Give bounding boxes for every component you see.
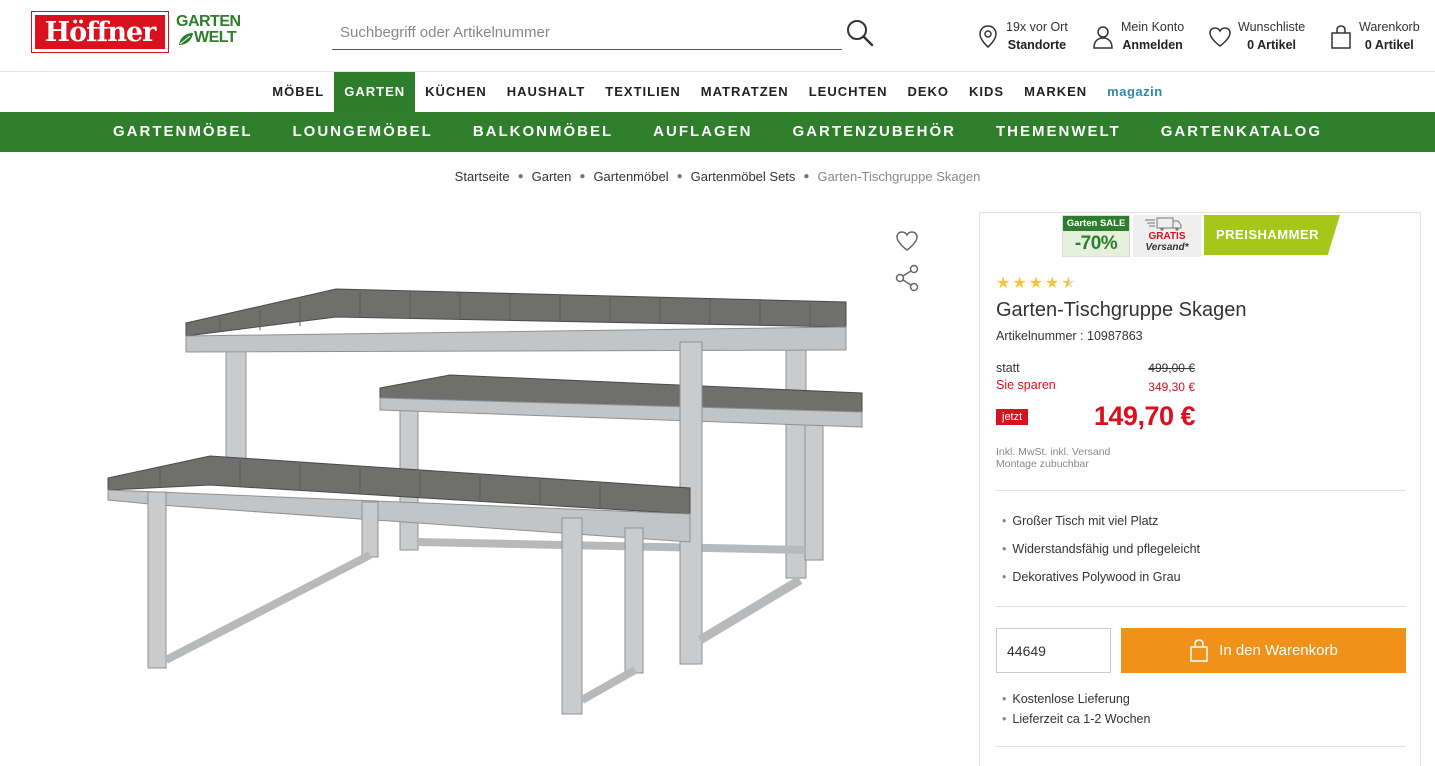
search-bar [332, 16, 842, 50]
nav-item-moebel[interactable]: MÖBEL [262, 72, 334, 112]
nav-item-matratzen[interactable]: MATRATZEN [691, 72, 799, 112]
now-badge: jetzt [996, 409, 1029, 425]
breadcrumb-separator: ● [517, 170, 524, 182]
divider [996, 490, 1406, 491]
nav-item-haushalt[interactable]: HAUSHALT [497, 72, 596, 112]
breadcrumb-gartenmoebel[interactable]: Gartenmöbel [593, 169, 668, 184]
gartenwelt-logo-line1: GARTEN [176, 13, 241, 30]
breadcrumb-garten[interactable]: Garten [532, 169, 572, 184]
divider [996, 746, 1406, 747]
nav-item-deko[interactable]: DEKO [897, 72, 959, 112]
nav-item-kids[interactable]: KIDS [959, 72, 1014, 112]
breadcrumb-separator: ● [803, 170, 810, 182]
nav-item-leuchten[interactable]: LEUCHTEN [799, 72, 898, 112]
gratis-label: GRATIS [1148, 231, 1186, 242]
garden-nav-themenwelt[interactable]: THEMENWELT [976, 112, 1141, 152]
garden-navigation: GARTENMÖBEL LOUNGEMÖBEL BALKONMÖBEL AUFL… [0, 112, 1435, 152]
hoeffner-logo[interactable]: Höffner [31, 11, 169, 53]
account-link[interactable]: Mein Konto Anmelden [1091, 18, 1184, 58]
shopping-bag-icon [1190, 638, 1208, 662]
star-icon: ★ [1045, 275, 1060, 292]
cart-line2: 0 Artikel [1364, 38, 1414, 52]
nav-item-textilien[interactable]: TEXTILIEN [595, 72, 690, 112]
divider [996, 606, 1406, 607]
heart-icon [1209, 27, 1231, 47]
nav-item-marken[interactable]: MARKEN [1014, 72, 1097, 112]
delivery-item: Lieferzeit ca 1-2 Wochen [1002, 709, 1402, 729]
article-number: Artikelnummer : 10987863 [996, 329, 1143, 343]
share-icon[interactable] [894, 264, 920, 292]
add-to-cart-label: In den Warenkorb [1219, 642, 1338, 659]
garden-nav-balkonmoebel[interactable]: BALKONMÖBEL [453, 112, 633, 152]
truck-icon [1145, 217, 1182, 231]
free-shipping-badge: GRATIS Versand* [1133, 215, 1201, 257]
star-icon: ★ [1012, 275, 1027, 292]
garden-nav-gartenzubehoer[interactable]: GARTENZUBEHÖR [773, 112, 977, 152]
add-to-wishlist-heart-icon[interactable] [895, 230, 919, 252]
garden-nav-loungemoebel[interactable]: LOUNGEMÖBEL [273, 112, 453, 152]
assembly-line: Montage zubuchbar [996, 458, 1089, 470]
garden-nav-gartenmoebel[interactable]: GARTENMÖBEL [93, 112, 273, 152]
half-star-icon: ★ [1061, 275, 1076, 292]
rating-stars[interactable]: ★ ★ ★ ★ ★ [996, 276, 1078, 292]
nav-item-magazin[interactable]: magazin [1097, 72, 1173, 112]
product-info-box: Garten SALE -70% GRATIS Versand* PREISHA… [979, 212, 1421, 766]
delivery-item: Kostenlose Lieferung [1002, 689, 1402, 709]
sale-badge-percent: -70% [1063, 231, 1129, 256]
location-pin-icon [979, 25, 997, 48]
cart-link[interactable]: Warenkorb 0 Artikel [1329, 18, 1420, 58]
sale-badge-label: Garten SALE [1063, 216, 1129, 231]
add-to-cart-button[interactable]: In den Warenkorb [1121, 628, 1406, 673]
savings-value: 349,30 € [1148, 380, 1195, 394]
stores-line2: Standorte [1007, 38, 1067, 52]
site-header: Höffner GARTEN WELT 19x vor Ort Standort… [0, 0, 1435, 72]
search-button[interactable] [844, 17, 876, 49]
search-icon [847, 20, 874, 47]
tax-info: Inkl. MwSt. inkl. Versand Montage zubuch… [996, 446, 1110, 470]
stores-link[interactable]: 19x vor Ort Standorte [976, 18, 1068, 58]
star-icon: ★ [1028, 275, 1044, 292]
nav-item-garten[interactable]: GARTEN [334, 72, 416, 112]
wishlist-line1: Wunschliste [1238, 20, 1306, 34]
account-line2: Anmelden [1122, 38, 1183, 52]
leaf-icon [179, 33, 193, 45]
shopping-bag-icon [1331, 25, 1351, 49]
star-icon: ★ [996, 275, 1011, 292]
feature-item: Dekoratives Polywood in Grau [1002, 563, 1402, 591]
old-price-value: 499,00 € [1148, 361, 1195, 375]
product-title: Garten-Tischgruppe Skagen [996, 299, 1247, 321]
wishlist-link[interactable]: Wunschliste 0 Artikel [1208, 18, 1305, 58]
breadcrumb-gartenmoebel-sets[interactable]: Gartenmöbel Sets [691, 169, 796, 184]
hoeffner-logo-text: Höffner [44, 16, 157, 48]
garden-nav-auflagen[interactable]: AUFLAGEN [633, 112, 772, 152]
garden-nav-gartenkatalog[interactable]: GARTENKATALOG [1141, 112, 1342, 152]
tax-line: Inkl. MwSt. inkl. Versand [996, 446, 1111, 458]
savings-label: Sie sparen [996, 378, 1056, 392]
current-price: 149,70 € [1093, 401, 1196, 431]
breadcrumb-startseite[interactable]: Startseite [455, 169, 510, 184]
breadcrumb-current: Garten-Tischgruppe Skagen [817, 168, 981, 184]
quantity-input[interactable] [996, 628, 1111, 673]
breadcrumb-separator: ● [676, 170, 683, 182]
search-input[interactable] [332, 16, 842, 49]
preishammer-badge: PREISHAMMER [1204, 215, 1340, 255]
breadcrumb: Startseite ● Garten ● Gartenmöbel ● Gart… [0, 166, 1435, 186]
old-price-label: statt [996, 361, 1020, 375]
cart-line1: Warenkorb [1359, 20, 1420, 34]
breadcrumb-separator: ● [579, 170, 586, 182]
feature-item: Widerstandsfähig und pflegeleicht [1002, 535, 1402, 563]
versand-label: Versand* [1145, 242, 1189, 253]
wishlist-line2: 0 Artikel [1247, 38, 1297, 52]
account-line1: Mein Konto [1121, 20, 1185, 34]
stores-line1: 19x vor Ort [1006, 20, 1068, 34]
feature-list: Großer Tisch mit viel Platz Widerstandsf… [1002, 507, 1402, 591]
delivery-list: Kostenlose Lieferung Lieferzeit ca 1-2 W… [1002, 689, 1402, 729]
feature-item: Großer Tisch mit viel Platz [1002, 507, 1402, 535]
garden-sale-badge: Garten SALE -70% [1062, 215, 1130, 257]
product-image[interactable] [100, 280, 880, 720]
gartenwelt-logo[interactable]: GARTEN WELT [176, 13, 241, 48]
nav-item-kuechen[interactable]: KÜCHEN [415, 72, 497, 112]
user-icon [1093, 26, 1113, 49]
main-navigation: MÖBEL GARTEN KÜCHEN HAUSHALT TEXTILIEN M… [0, 72, 1435, 112]
